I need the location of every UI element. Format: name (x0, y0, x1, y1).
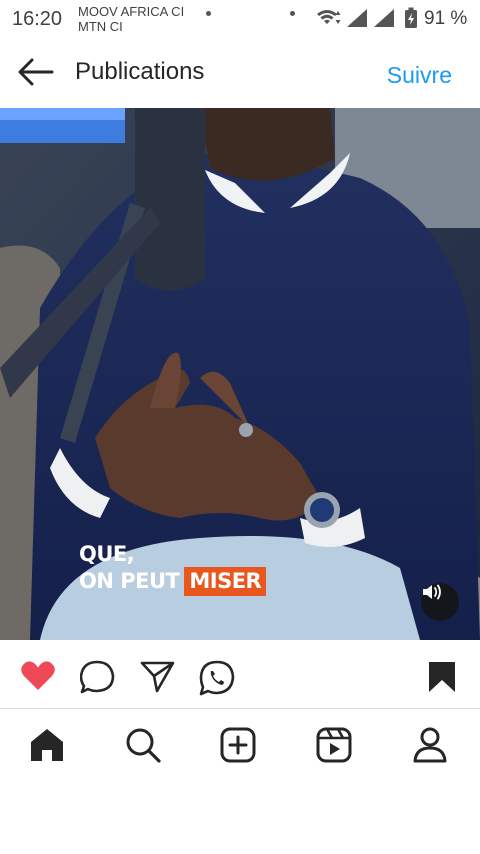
post-actions (0, 640, 480, 710)
carrier-line-1: MOOV AFRICA CI (78, 4, 185, 19)
bookmark-icon[interactable] (427, 660, 457, 694)
wifi-icon (317, 10, 341, 24)
add-post-icon[interactable] (219, 727, 257, 763)
comment-icon[interactable] (80, 660, 116, 694)
volume-icon (423, 584, 441, 600)
profile-icon[interactable] (411, 727, 449, 763)
home-icon[interactable] (28, 727, 66, 763)
blank-area (0, 784, 480, 854)
reels-icon[interactable] (315, 727, 353, 763)
signal-icon (374, 9, 394, 27)
caption-highlight: MISER (184, 567, 267, 596)
video-caption: QUE, ON PEUT MISER (74, 542, 267, 596)
battery-percent: 91 % (424, 8, 468, 29)
carrier-line-2: MTN CI (78, 19, 123, 34)
battery-charging-icon (405, 7, 417, 28)
status-time: 16:20 (12, 8, 63, 30)
back-arrow-icon[interactable] (18, 58, 54, 86)
caption-line-1: QUE, (79, 542, 135, 566)
notification-dot-icon (290, 11, 295, 16)
search-icon[interactable] (124, 727, 162, 763)
status-carrier: MOOV AFRICA CI MTN CI (78, 4, 184, 34)
heart-icon[interactable] (20, 660, 56, 692)
bottom-navigation (0, 709, 480, 784)
notification-dot-icon (206, 11, 211, 16)
status-bar: 16:20 MOOV AFRICA CI MTN CI 91 % (0, 0, 480, 38)
post-video[interactable]: QUE, ON PEUT MISER (0, 108, 480, 640)
whatsapp-icon[interactable] (199, 660, 235, 696)
follow-button[interactable]: Suivre (387, 62, 452, 89)
caption-text: ON PEUT (79, 569, 180, 593)
page-title: Publications (75, 58, 205, 85)
header: Publications Suivre (0, 38, 480, 108)
volume-button[interactable] (421, 583, 459, 621)
share-icon[interactable] (140, 660, 176, 694)
signal-icon (347, 9, 367, 27)
caption-line-2: ON PEUT MISER (74, 567, 267, 596)
